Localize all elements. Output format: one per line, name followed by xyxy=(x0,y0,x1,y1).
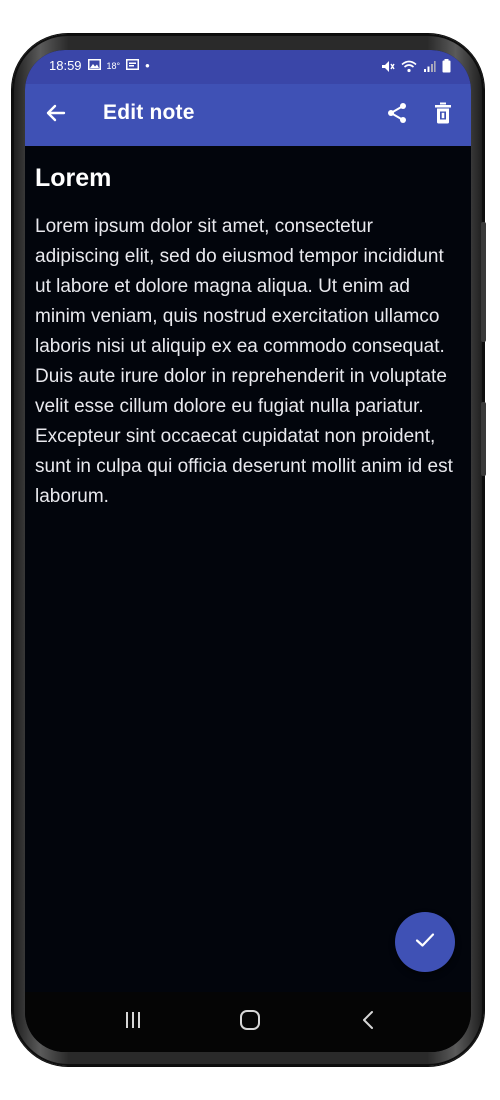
home-icon xyxy=(239,1009,261,1035)
battery-icon xyxy=(442,58,451,77)
note-title-field[interactable]: Lorem xyxy=(35,164,111,193)
share-icon xyxy=(385,101,409,129)
signal-icon xyxy=(423,58,436,77)
volume-button xyxy=(481,222,486,342)
back-button[interactable] xyxy=(41,101,69,129)
device-mockup: 18:59 18° • Edit note Lorem Lorem ipsum … xyxy=(0,0,500,1100)
save-button[interactable] xyxy=(395,912,455,972)
delete-icon xyxy=(434,102,452,128)
status-left: 18:59 18° • xyxy=(49,58,150,73)
note-editor: Lorem Lorem ipsum dolor sit amet, consec… xyxy=(25,146,471,992)
app-bar: Edit note xyxy=(25,84,471,146)
page-title: Edit note xyxy=(103,101,195,124)
system-nav-bar xyxy=(25,992,471,1052)
nav-back-icon xyxy=(360,1010,376,1034)
home-button[interactable] xyxy=(235,1009,265,1035)
note-body-field[interactable]: Lorem ipsum dolor sit amet, consectetur … xyxy=(35,212,457,512)
status-right xyxy=(381,58,451,77)
recents-button[interactable] xyxy=(118,1009,148,1035)
recents-icon xyxy=(123,1010,143,1034)
share-button[interactable] xyxy=(383,101,411,129)
status-bar: 18:59 18° • xyxy=(25,50,471,84)
power-button xyxy=(481,402,486,476)
wifi-icon xyxy=(401,58,417,77)
image-icon xyxy=(87,58,101,73)
notification-icon xyxy=(126,58,140,73)
arrow-back-icon xyxy=(44,103,66,127)
phone-screen: 18:59 18° • Edit note Lorem Lorem ipsum … xyxy=(25,50,471,1052)
check-icon xyxy=(415,932,435,952)
delete-button[interactable] xyxy=(429,101,457,129)
nav-back-button[interactable] xyxy=(353,1009,383,1035)
status-dot: • xyxy=(145,58,150,73)
status-temperature: 18° xyxy=(106,60,121,71)
status-time: 18:59 xyxy=(49,58,82,73)
mute-icon xyxy=(381,58,395,77)
